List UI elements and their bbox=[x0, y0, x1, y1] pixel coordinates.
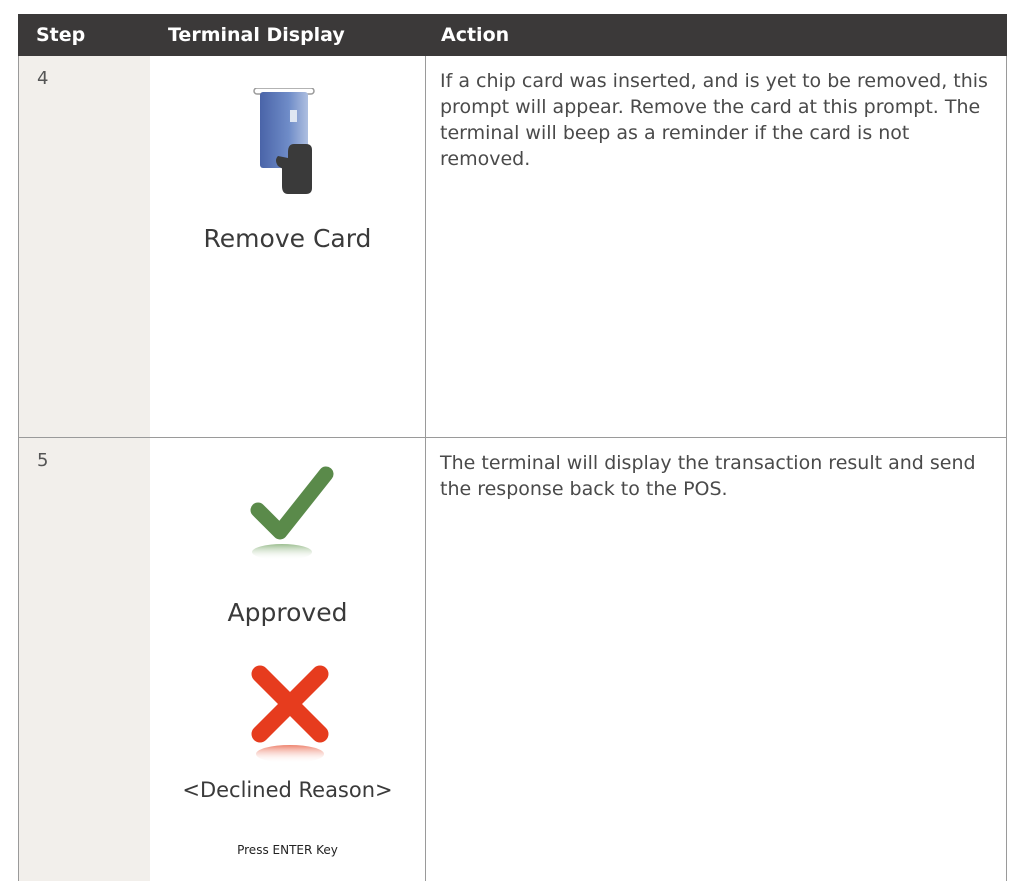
steps-table: Step Terminal Display Action 4 Remove Ca… bbox=[18, 14, 1007, 881]
action-text: If a chip card was inserted, and is yet … bbox=[440, 70, 988, 170]
step-number: 4 bbox=[37, 68, 49, 89]
step-cell: 4 bbox=[18, 56, 151, 437]
remove-card-icon bbox=[253, 88, 315, 194]
action-text: The terminal will display the transactio… bbox=[440, 452, 976, 500]
checkmark-icon bbox=[250, 466, 334, 560]
terminal-display-cell: Approved <Declined Reason> Press ENTER K… bbox=[150, 438, 426, 881]
action-cell: If a chip card was inserted, and is yet … bbox=[426, 56, 1007, 437]
header-terminal-display: Terminal Display bbox=[168, 24, 345, 46]
action-cell: The terminal will display the transactio… bbox=[426, 438, 1007, 881]
display-footer-press-enter: Press ENTER Key bbox=[237, 843, 338, 857]
step-number: 5 bbox=[37, 450, 49, 471]
header-step: Step bbox=[36, 24, 86, 46]
cross-icon bbox=[251, 665, 329, 763]
header-action: Action bbox=[441, 24, 510, 46]
table-row: 4 Remove Card If a chip card was inserte… bbox=[18, 56, 1007, 438]
display-label-declined-reason: <Declined Reason> bbox=[182, 778, 393, 802]
terminal-display-cell: Remove Card bbox=[150, 56, 426, 437]
display-label-remove-card: Remove Card bbox=[203, 224, 372, 253]
table-row: 5 Approved <Declined Reason> Press ENTER… bbox=[18, 438, 1007, 881]
step-cell: 5 bbox=[18, 438, 151, 881]
display-label-approved: Approved bbox=[227, 598, 348, 627]
table-header: Step Terminal Display Action bbox=[18, 14, 1007, 56]
